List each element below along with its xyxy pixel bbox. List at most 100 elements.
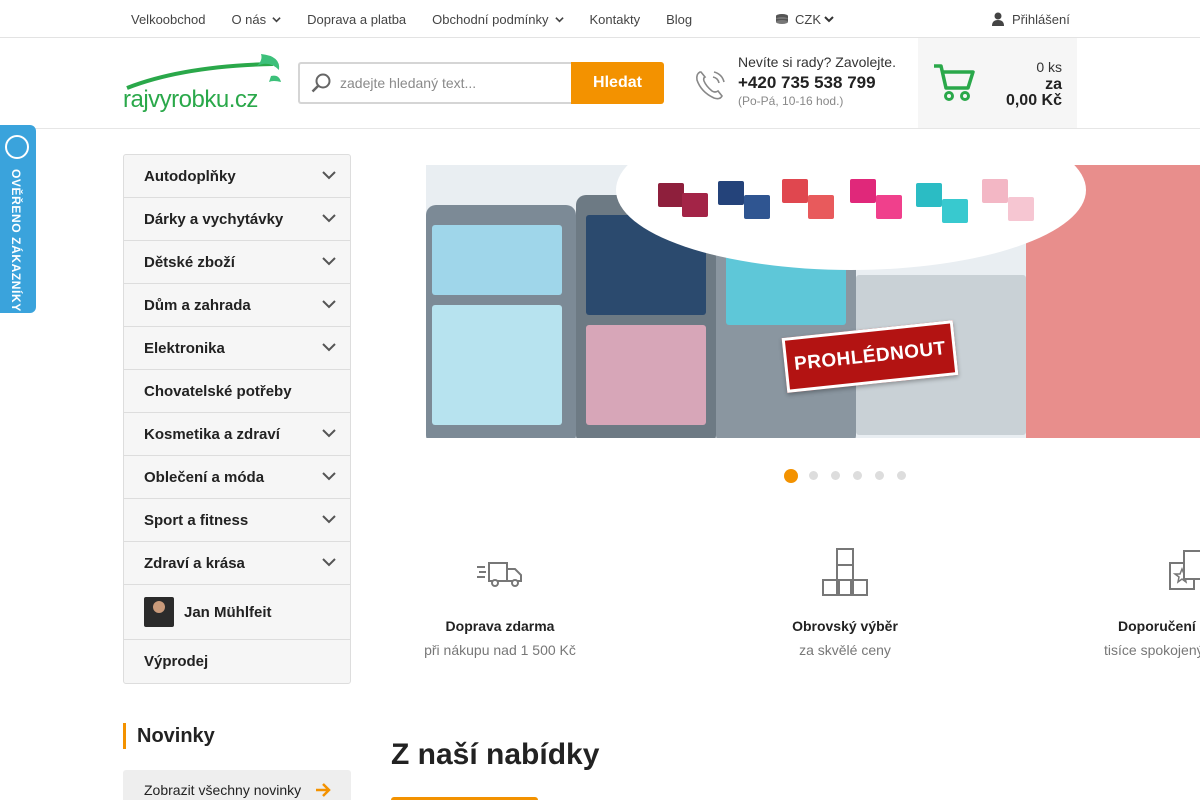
benefit-title: Doprava zdarma <box>445 618 555 634</box>
cart-price-value: 0,00 Kč <box>1005 92 1062 109</box>
chevron-down-icon <box>824 16 834 23</box>
category-label: Zdraví a krása <box>144 554 245 572</box>
nav-label: Blog <box>666 11 693 27</box>
contact-phone[interactable]: +420 735 538 799 <box>738 73 896 93</box>
recommended-box-icon <box>1169 550 1200 590</box>
benefit-title: Obrovský výběr <box>792 618 898 634</box>
category-item[interactable]: Kosmetika a zdraví <box>124 413 350 456</box>
nav-o-nas[interactable]: O nás <box>231 12 281 27</box>
show-all-novinky-button[interactable]: Zobrazit všechny novinky <box>123 770 351 800</box>
packing-cube-image <box>876 195 902 219</box>
category-item[interactable]: Dárky a vychytávky <box>124 198 350 241</box>
novinky-heading: Novinky <box>123 723 215 749</box>
search-box <box>298 62 572 104</box>
benefit-subtitle: při nákupu nad 1 500 Kč <box>424 642 576 658</box>
benefit-recommended: Doporučení z tisíce spokojený <box>1104 547 1200 658</box>
nav-kontakty[interactable]: Kontakty <box>590 12 641 27</box>
category-item[interactable]: Výprodej <box>124 640 350 683</box>
category-label: Kosmetika a zdraví <box>144 425 280 443</box>
nav-obchodni-podminky[interactable]: Obchodní podmínky <box>432 11 564 27</box>
chevron-down-icon[interactable] <box>322 170 336 180</box>
category-label: Autodoplňky <box>144 167 236 185</box>
category-item[interactable]: Oblečení a móda <box>124 456 350 499</box>
nav-doprava-a-platba[interactable]: Doprava a platba <box>307 12 406 27</box>
packing-cube-image <box>586 325 706 425</box>
category-label: Chovatelské potřeby <box>144 382 292 400</box>
packing-cube-image <box>916 183 942 207</box>
category-item[interactable]: Dům a zahrada <box>124 284 350 327</box>
contact-info: Nevíte si rady? Zavolejte. +420 735 538 … <box>738 54 896 108</box>
category-item[interactable]: Chovatelské potřeby <box>124 370 350 413</box>
category-label: Oblečení a móda <box>144 468 265 486</box>
cart-summary[interactable]: 0 ks za 0,00 Kč <box>918 38 1077 128</box>
carousel-dot[interactable] <box>809 471 818 480</box>
benefit-title: Doporučení z <box>1118 618 1200 634</box>
packing-cube-image <box>682 193 708 217</box>
chevron-down-icon[interactable] <box>322 428 336 438</box>
verified-customers-badge[interactable]: OVĚŘENO ZÁKAZNÍKY <box>0 125 36 313</box>
category-item-person[interactable]: Jan Mühlfeit <box>124 585 350 640</box>
shopping-cart-icon <box>934 64 975 101</box>
category-label: Jan Mühlfeit <box>184 603 272 621</box>
chevron-down-icon[interactable] <box>322 213 336 223</box>
top-bar: Velkoobchod O nás Doprava a platba Obcho… <box>0 0 1200 38</box>
top-navigation: Velkoobchod O nás Doprava a platba Obcho… <box>131 0 718 38</box>
chevron-down-icon[interactable] <box>322 514 336 524</box>
packing-cube-image <box>982 179 1008 203</box>
currency-selector[interactable]: CZK <box>775 0 834 38</box>
contact-hours: (Po-Pá, 10-16 hod.) <box>738 94 844 108</box>
category-menu: Autodoplňky Dárky a vychytávky Dětské zb… <box>123 154 351 684</box>
carousel-dot[interactable] <box>897 471 906 480</box>
nav-label: Obchodní podmínky <box>432 11 549 27</box>
category-label: Dětské zboží <box>144 253 235 271</box>
search-bar: Hledat <box>298 62 664 104</box>
login-link[interactable]: Přihlášení <box>992 0 1070 38</box>
category-item[interactable]: Autodoplňky <box>124 155 350 198</box>
packing-cube-image <box>942 199 968 223</box>
currency-label: CZK <box>795 11 821 27</box>
contact-prompt: Nevíte si rady? Zavolejte. <box>738 54 896 70</box>
chevron-down-icon <box>272 16 281 22</box>
category-item[interactable]: Sport a fitness <box>124 499 350 542</box>
cart-price-prefix: za <box>1045 76 1062 93</box>
hero-banner[interactable]: PROHLÉDNOUT <box>426 165 1200 438</box>
site-header: rajvyrobku.cz Hledat Nevíte si rady? Zav… <box>0 38 1200 129</box>
category-item[interactable]: Elektronika <box>124 327 350 370</box>
category-label: Výprodej <box>144 653 209 670</box>
nav-velkoobchod[interactable]: Velkoobchod <box>131 12 205 27</box>
category-item[interactable]: Zdraví a krása <box>124 542 350 585</box>
chevron-down-icon[interactable] <box>322 557 336 567</box>
packing-cube-image <box>718 181 744 205</box>
packing-cube-image <box>432 305 562 425</box>
chevron-down-icon[interactable] <box>322 342 336 352</box>
nav-label: Velkoobchod <box>131 11 206 27</box>
packing-cube-image <box>432 225 562 295</box>
cart-price: za 0,00 Kč <box>1006 77 1062 109</box>
site-logo[interactable]: rajvyrobku.cz <box>123 52 282 114</box>
user-icon <box>992 12 1004 26</box>
delivery-truck-icon <box>477 562 522 587</box>
nav-label: O nás <box>231 11 267 27</box>
packing-cube-image <box>782 179 808 203</box>
benefit-subtitle: tisíce spokojený <box>1104 642 1200 658</box>
carousel-dot[interactable] <box>875 471 884 480</box>
verified-seal-icon <box>5 135 29 159</box>
carousel-dot[interactable] <box>784 469 798 483</box>
benefit-free-shipping: Doprava zdarma při nákupu nad 1 500 Kč <box>420 547 580 658</box>
nav-blog[interactable]: Blog <box>666 12 692 27</box>
packing-cube-image <box>1008 197 1034 221</box>
search-input[interactable] <box>340 72 565 94</box>
coins-icon <box>776 14 788 24</box>
chevron-down-icon[interactable] <box>322 299 336 309</box>
search-button[interactable]: Hledat <box>571 62 664 104</box>
packing-cube-image <box>850 179 876 203</box>
packing-cube-image <box>744 195 770 219</box>
chevron-down-icon[interactable] <box>322 256 336 266</box>
category-item[interactable]: Dětské zboží <box>124 241 350 284</box>
category-label: Sport a fitness <box>144 511 249 529</box>
carousel-dot[interactable] <box>831 471 840 480</box>
benefit-selection: Obrovský výběr za skvělé ceny <box>765 547 925 658</box>
carousel-dot[interactable] <box>853 471 862 480</box>
category-label: Elektronika <box>144 339 225 357</box>
chevron-down-icon[interactable] <box>322 471 336 481</box>
